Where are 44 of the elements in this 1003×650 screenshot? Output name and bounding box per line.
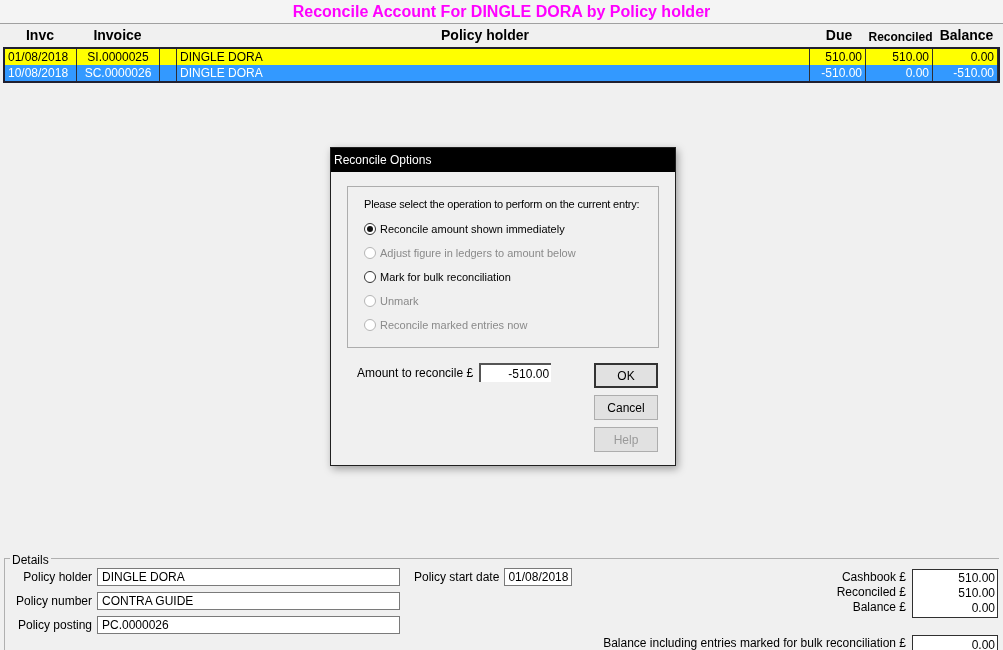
field-label: Policy start date xyxy=(414,569,500,586)
total-label: Balance £ xyxy=(852,600,906,615)
amount-label: Amount to reconcile £ xyxy=(357,364,474,382)
dialog-button[interactable]: OK xyxy=(594,363,658,388)
total-value: 0.00 xyxy=(971,601,995,616)
table-cell-text: 10/08/2018 xyxy=(7,65,70,82)
column-header: Balance xyxy=(939,26,994,45)
table-cell-text: 01/08/2018 xyxy=(7,49,70,66)
radio-option[interactable]: Mark for bulk reconciliation xyxy=(364,268,654,286)
total-value: 510.00 xyxy=(958,571,995,586)
field-label: Policy number xyxy=(14,593,92,610)
table-cell-text: 510.00 xyxy=(824,49,863,66)
column-header: Invc xyxy=(26,26,54,45)
table-cell-text: -510.00 xyxy=(952,65,995,82)
table-cell-text: 0.00 xyxy=(969,49,995,66)
text-field[interactable]: CONTRA GUIDE xyxy=(97,592,400,610)
dialog-title: Reconcile Options xyxy=(334,152,432,169)
dialog-button[interactable]: Cancel xyxy=(594,395,658,420)
table-cell-text: SC.0000026 xyxy=(83,65,153,82)
total-value: 510.00 xyxy=(958,586,995,601)
total-label: Cashbook £ xyxy=(841,570,906,585)
table-cell-text: -510.00 xyxy=(820,65,863,82)
table-cell-text: 510.00 xyxy=(891,49,930,66)
column-header: Reconciled xyxy=(868,29,933,46)
radio-option[interactable]: Reconcile amount shown immediately xyxy=(364,220,654,238)
total-label: Reconciled £ xyxy=(836,585,906,600)
text-field[interactable]: 01/08/2018 xyxy=(504,568,573,586)
bulk-balance-label: Balance including entries marked for bulk reconciliation £ xyxy=(603,635,906,650)
field-label: Policy holder xyxy=(22,569,92,586)
column-header: Invoice xyxy=(93,26,142,45)
field-label: Policy posting xyxy=(16,617,92,634)
amount-field[interactable]: -510.00 xyxy=(479,363,552,382)
prompt-text: Please select the operation to perform on the current entry: xyxy=(364,197,641,211)
text-field[interactable]: DINGLE DORA xyxy=(97,568,400,586)
table-cell-text: DINGLE DORA xyxy=(179,49,264,66)
text-field[interactable]: PC.0000026 xyxy=(97,616,400,634)
window-title: Reconcile Account For DINGLE DORA by Policy holder xyxy=(292,1,711,22)
column-header: Policy holder xyxy=(441,26,529,45)
table-cell-text: 0.00 xyxy=(904,65,930,82)
bulk-balance-value: 0.00 xyxy=(912,634,998,650)
table-row[interactable]: 01/08/2018 SI.0000025 DINGLE DORA 510.00 510.00 0.00 xyxy=(5,49,998,65)
column-header: Due xyxy=(825,26,853,45)
table-cell-text: SI.0000025 xyxy=(86,49,150,66)
table-cell-text: DINGLE DORA xyxy=(179,65,264,82)
